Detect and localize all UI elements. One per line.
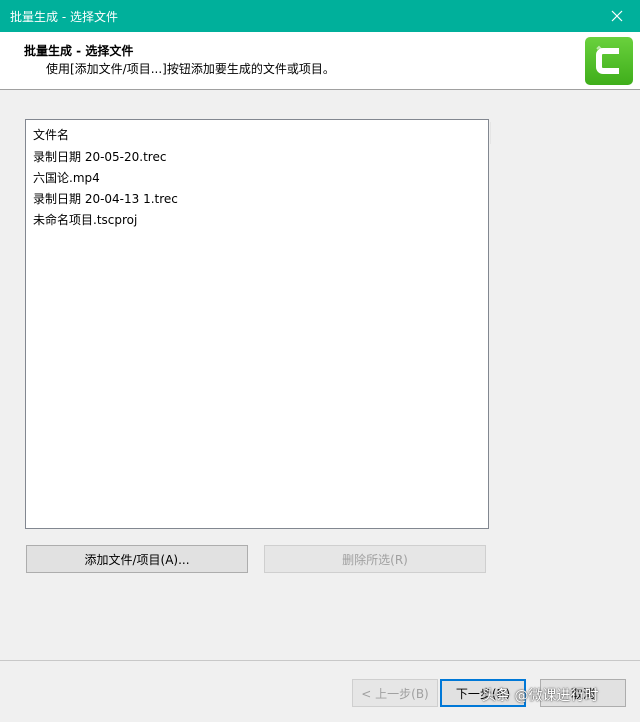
file-list[interactable]: 文件名 录制日期 20-05-20.trec 六国论.mp4 录制日期 20-0… <box>25 119 491 529</box>
wizard-subtitle: 使用[添加文件/项目...]按钮添加要生成的文件或项目。 <box>46 62 335 76</box>
wizard-header: 批量生成 - 选择文件 使用[添加文件/项目...]按钮添加要生成的文件或项目。 <box>0 32 640 90</box>
list-item[interactable]: 录制日期 20-05-20.trec <box>33 147 178 168</box>
column-header-filename[interactable]: 文件名 <box>33 126 69 143</box>
footer-divider <box>0 660 640 661</box>
column-divider[interactable] <box>490 122 491 144</box>
wizard-title: 批量生成 - 选择文件 <box>24 44 134 58</box>
remove-selected-button[interactable]: 删除所选(R) <box>264 545 486 573</box>
back-button[interactable]: < 上一步(B) <box>352 679 438 707</box>
list-item[interactable]: 六国论.mp4 <box>33 168 178 189</box>
camtasia-logo-icon <box>585 37 633 85</box>
title-bar: 批量生成 - 选择文件 <box>0 0 640 32</box>
list-item[interactable]: 未命名项目.tscproj <box>33 210 178 231</box>
close-icon <box>611 10 623 22</box>
watermark: 头条 @微课进行时 <box>482 688 599 704</box>
add-files-button[interactable]: 添加文件/项目(A)... <box>26 545 248 573</box>
close-button[interactable] <box>594 0 640 32</box>
list-item[interactable]: 录制日期 20-04-13 1.trec <box>33 189 178 210</box>
window-title: 批量生成 - 选择文件 <box>10 10 118 24</box>
